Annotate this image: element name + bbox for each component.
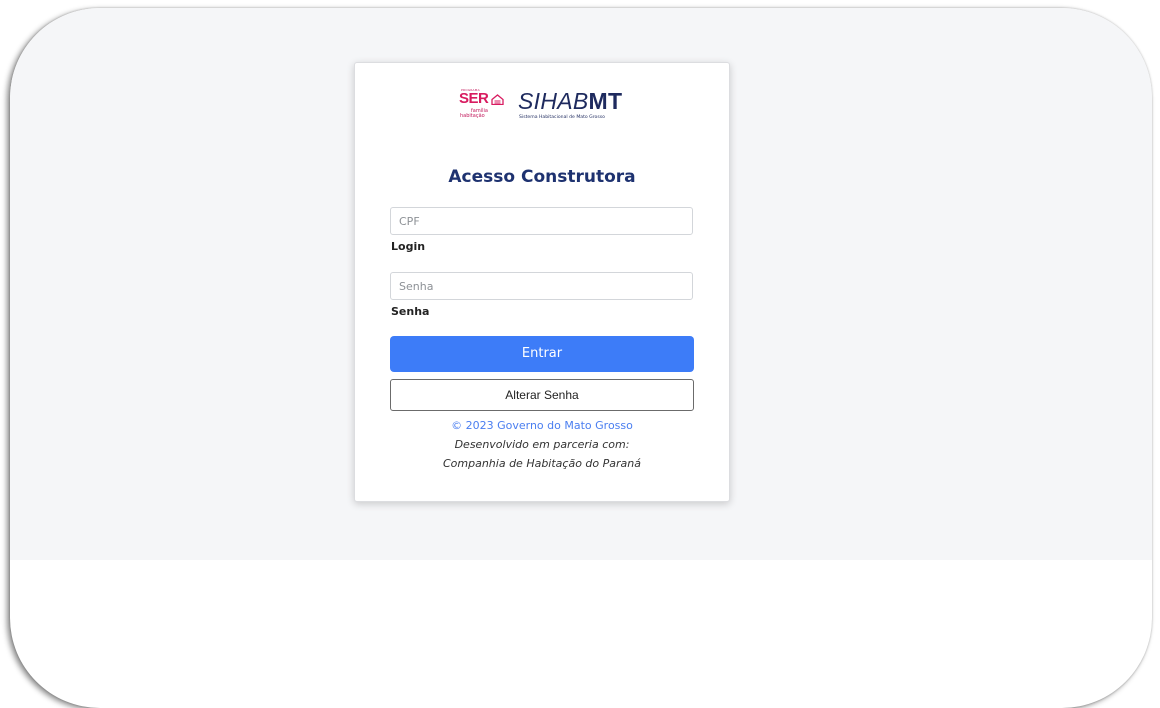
password-label: Senha	[391, 305, 430, 318]
developer-credit-line2: Companhia de Habitação do Paraná	[442, 457, 641, 470]
window-frame: PROGRAMA SER família habitação SIHABMT S…	[10, 8, 1152, 708]
entrar-button[interactable]: Entrar	[390, 336, 694, 372]
sihab-logo-subtitle: Sistema Habitacional de Mato Grosso	[519, 115, 605, 120]
ser-logo-word: SER	[459, 90, 489, 107]
sihab-logo-thin: SIHAB	[518, 88, 589, 114]
alterar-senha-button[interactable]: Alterar Senha	[390, 379, 694, 411]
cpf-input[interactable]	[390, 207, 693, 235]
page-title: Acesso Construtora	[448, 167, 636, 187]
sihab-logo: SIHABMT	[518, 88, 622, 115]
sihab-logo-bold: MT	[588, 88, 623, 114]
brand-logo: PROGRAMA SER família habitação SIHABMT S…	[458, 87, 628, 123]
developer-credit-line1: Desenvolvido em parceria com:	[454, 438, 630, 451]
ser-familia-logo: PROGRAMA SER família habitação	[458, 87, 514, 123]
password-input[interactable]	[390, 272, 693, 300]
copyright-link[interactable]: © 2023 Governo do Mato Grosso	[355, 419, 729, 432]
login-card: PROGRAMA SER família habitação SIHABMT S…	[354, 62, 730, 502]
ser-logo-habitacao: habitação	[460, 113, 485, 119]
login-label: Login	[391, 240, 426, 253]
house-icon	[491, 94, 504, 105]
